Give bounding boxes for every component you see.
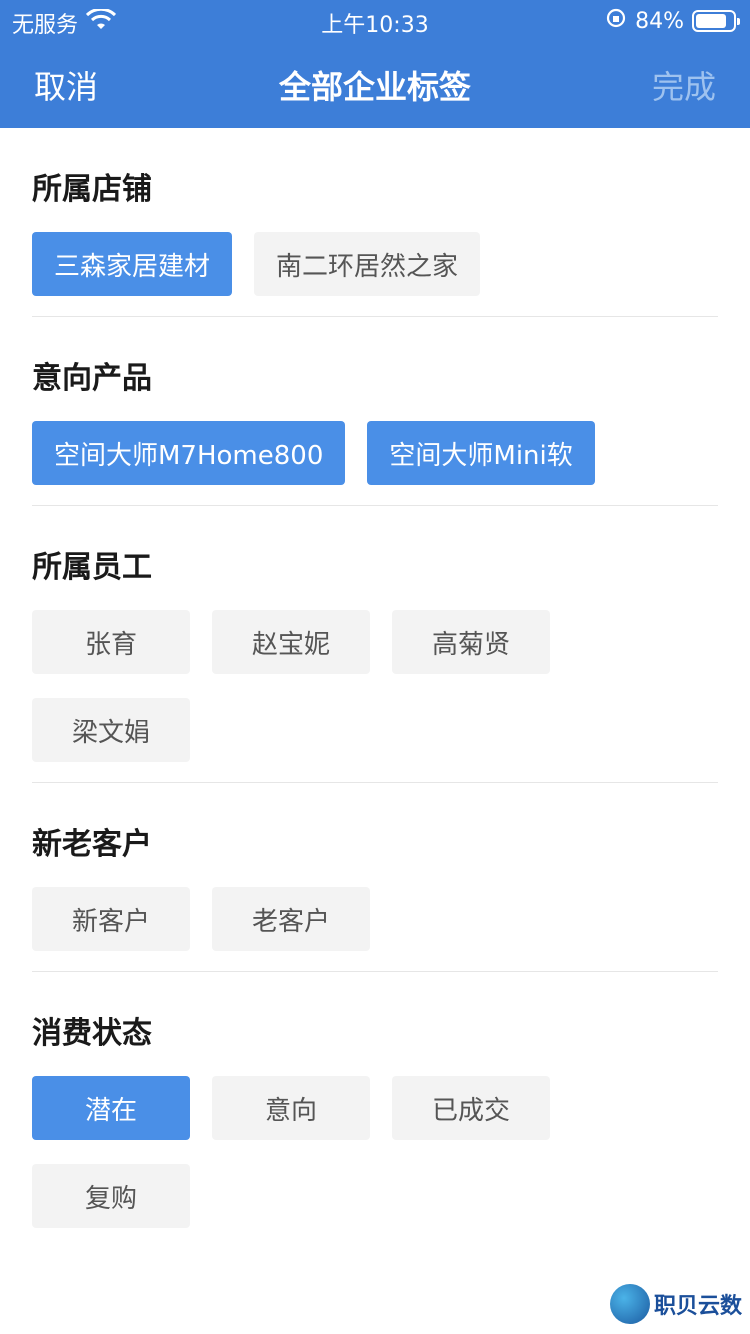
status-right: 84% <box>605 7 740 35</box>
section-title: 所属员工 <box>32 550 152 585</box>
tag-sections: 所属店铺三森家居建材 南二环居然之家意向产品空间大师M7Home800 空间大师Mi… <box>0 128 750 1248</box>
tag-list: 三森家居建材 南二环居然之家 <box>32 232 718 296</box>
tag-chip[interactable]: 潜在 <box>32 1076 190 1140</box>
battery-percent: 84% <box>635 8 684 34</box>
tag-chip[interactable]: 三森家居建材 <box>32 232 233 296</box>
tag-chip[interactable]: 赵宝妮 <box>212 610 370 674</box>
tag-list: 新客户 老客户 <box>32 887 718 951</box>
tag-chip[interactable]: 意向 <box>212 1076 370 1140</box>
done-button[interactable]: 完成 <box>652 62 716 108</box>
tag-chip[interactable]: 复购 <box>32 1164 190 1228</box>
cancel-button[interactable]: 取消 <box>34 62 98 108</box>
tag-section: 新老客户新客户 老客户 <box>32 783 718 972</box>
page-title: 全部企业标签 <box>278 68 471 106</box>
section-title: 消费状态 <box>32 1016 152 1051</box>
section-title: 所属店铺 <box>32 172 152 207</box>
tag-chip[interactable]: 老客户 <box>212 887 370 951</box>
watermark-text: 职贝云数 <box>653 1294 742 1319</box>
tag-chip[interactable]: 新客户 <box>32 887 190 951</box>
tag-section: 所属员工张育 赵宝妮 高菊贤梁文娟 <box>32 506 718 783</box>
tag-chip[interactable]: 高菊贤 <box>392 610 550 674</box>
tag-section: 意向产品空间大师M7Home800 空间大师Mini软 <box>32 317 718 506</box>
tag-chip[interactable]: 空间大师M7Home800 <box>32 421 346 485</box>
tag-chip[interactable]: 空间大师Mini软 <box>367 421 595 485</box>
section-title: 新老客户 <box>32 827 152 862</box>
nav-bar: 取消 全部企业标签 完成 <box>0 60 750 112</box>
orientation-lock-icon <box>605 7 627 35</box>
section-title: 意向产品 <box>32 361 152 396</box>
tag-list: 空间大师M7Home800 空间大师Mini软 <box>32 421 718 485</box>
tag-chip[interactable]: 梁文娟 <box>32 698 190 762</box>
tag-section: 消费状态潜在 意向 已成交复购 <box>32 972 718 1248</box>
watermark: 职贝云数 <box>609 1284 742 1324</box>
battery-tip <box>737 18 740 25</box>
watermark-logo-icon <box>609 1284 650 1324</box>
status-bar: 无服务 上午10:33 84% <box>0 0 750 44</box>
battery-icon <box>692 10 740 32</box>
tag-chip[interactable]: 已成交 <box>392 1076 550 1140</box>
tag-chip[interactable]: 张育 <box>32 610 190 674</box>
header: 无服务 上午10:33 84% 取消 全部企业标签 完成 <box>0 0 750 128</box>
tag-chip[interactable]: 南二环居然之家 <box>254 232 481 296</box>
battery-fill <box>696 14 726 28</box>
tag-section: 所属店铺三森家居建材 南二环居然之家 <box>32 128 718 317</box>
tag-list: 张育 赵宝妮 高菊贤梁文娟 <box>32 610 718 762</box>
tag-list: 潜在 意向 已成交复购 <box>32 1076 718 1228</box>
